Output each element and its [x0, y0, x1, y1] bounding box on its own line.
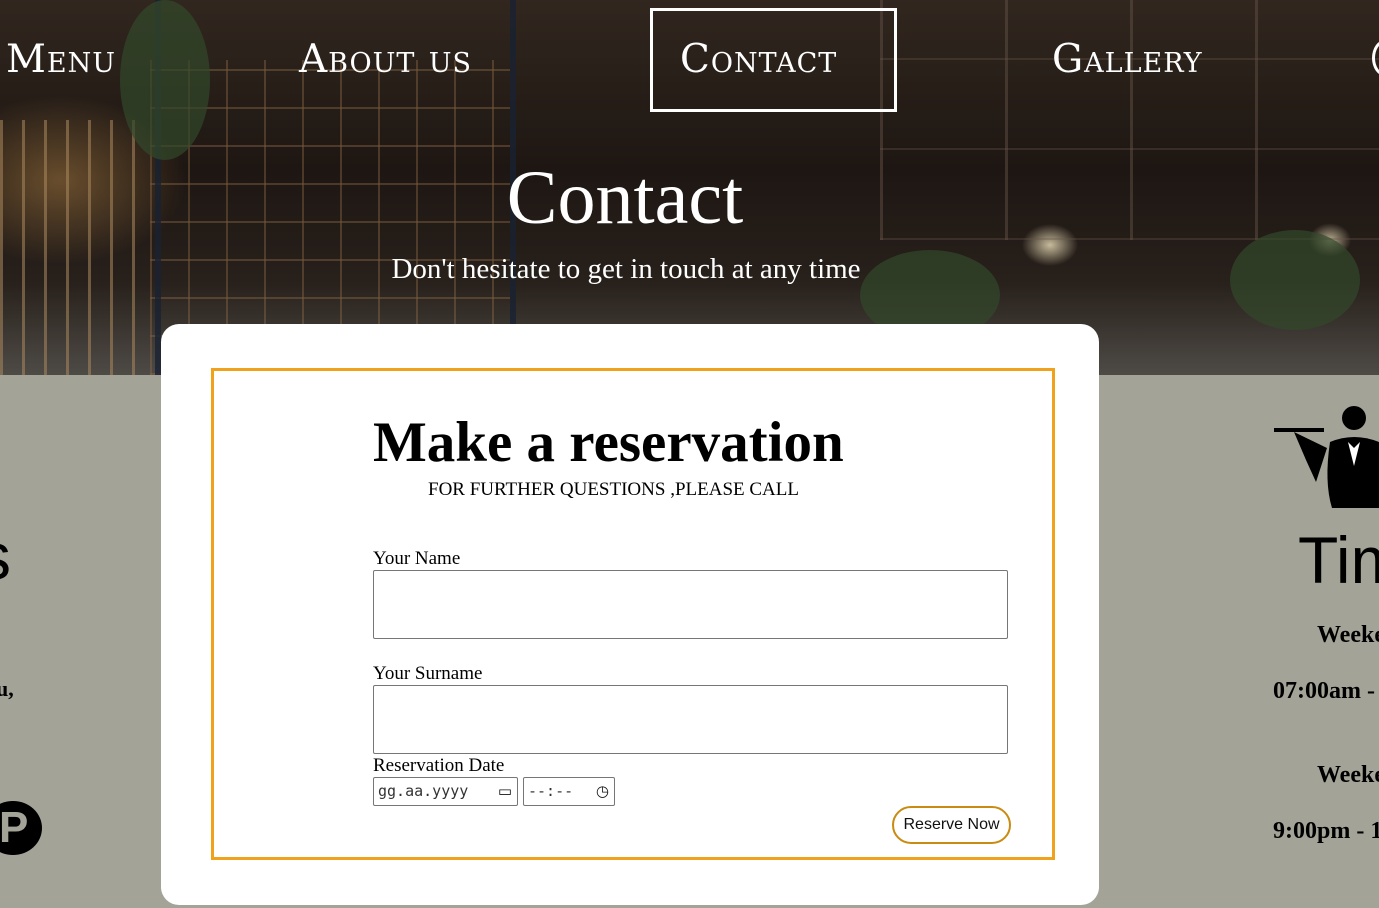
left-column-text: u, — [0, 676, 14, 701]
form-subtitle: FOR FURTHER QUESTIONS ,PLEASE CALL — [428, 479, 799, 500]
waiter-icon — [1274, 406, 1379, 508]
time-placeholder: --:-- — [528, 782, 574, 800]
date-label: Reservation Date — [373, 755, 505, 776]
page-title: Contact — [506, 156, 744, 240]
clock-icon[interactable]: ◷ — [596, 778, 609, 805]
nav-item-gallery[interactable]: Gallery — [1052, 36, 1203, 84]
date-input[interactable]: gg.aa.yyyy ▭ — [373, 777, 518, 806]
right-column-days: Weeke — [1317, 622, 1379, 648]
nav-item-about-us[interactable]: About us — [299, 36, 472, 84]
right-column-hours: 9:00pm - 1 — [1273, 818, 1379, 844]
calendar-icon[interactable]: ▭ — [498, 778, 512, 805]
surname-input[interactable] — [373, 685, 1008, 754]
date-placeholder: gg.aa.yyyy — [378, 782, 469, 800]
right-column-heading: Tim — [1298, 523, 1379, 597]
nav-item-menu[interactable]: Menu — [6, 36, 116, 84]
name-label: Your Name — [373, 548, 461, 569]
pinterest-icon[interactable]: P — [0, 801, 42, 855]
reserve-now-button[interactable]: Reserve Now — [892, 806, 1011, 844]
page-subtitle: Don't hesitate to get in touch at any ti… — [391, 253, 861, 285]
nav-item-contact[interactable]: Contact — [680, 36, 837, 84]
left-column-heading: s — [0, 518, 11, 594]
surname-label: Your Surname — [373, 663, 483, 684]
form-title: Make a reservation — [373, 411, 844, 474]
right-column-days: Weeke — [1317, 762, 1379, 788]
name-input[interactable] — [373, 570, 1008, 639]
time-input[interactable]: --:-- ◷ — [523, 777, 615, 806]
right-column-hours: 07:00am - — [1273, 678, 1375, 704]
page: Menu About us Contact Gallery Contact Do… — [0, 0, 1379, 908]
